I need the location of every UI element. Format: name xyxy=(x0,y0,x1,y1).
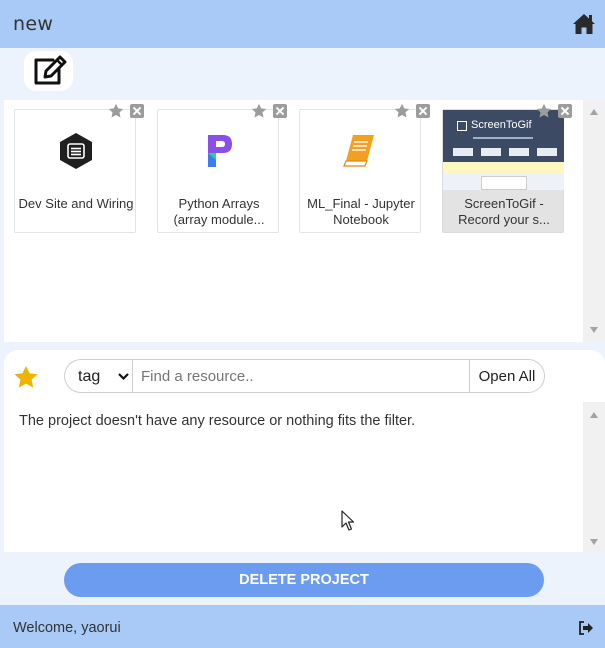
remove-icon[interactable] xyxy=(273,104,287,118)
project-title: new xyxy=(13,13,54,35)
resources-scrollbar[interactable] xyxy=(583,100,605,342)
empty-state-message: The project doesn't have any resource or… xyxy=(19,413,416,429)
welcome-text: Welcome, yaorui xyxy=(13,620,121,636)
star-icon[interactable] xyxy=(108,103,124,119)
edit-project-button[interactable] xyxy=(24,51,73,91)
results-scrollbar[interactable] xyxy=(583,402,605,552)
star-icon[interactable] xyxy=(251,103,267,119)
scroll-up-arrow[interactable] xyxy=(590,109,598,115)
app-header: new xyxy=(0,0,605,48)
screentogif-thumbnail: ScreenToGif xyxy=(443,110,564,190)
scroll-up-arrow[interactable] xyxy=(590,412,598,418)
resource-label: ML_Final - Jupyter Notebook xyxy=(307,196,415,227)
logout-icon[interactable] xyxy=(578,621,594,635)
favorite-star-icon[interactable] xyxy=(13,365,39,389)
pycharm-logo-icon xyxy=(208,135,232,167)
delete-project-button[interactable]: DELETE PROJECT xyxy=(64,563,544,597)
home-icon[interactable] xyxy=(572,13,596,35)
scroll-down-arrow[interactable] xyxy=(590,327,598,333)
remove-icon[interactable] xyxy=(558,104,572,118)
remove-icon[interactable] xyxy=(416,104,430,118)
resource-label: ScreenToGif - Record your s... xyxy=(458,196,550,227)
app-hexagon-icon xyxy=(60,133,92,169)
resource-label: Dev Site and Wiring xyxy=(18,196,134,211)
resource-card[interactable]: ScreenToGif ScreenToGif - Record your s.… xyxy=(442,109,564,233)
filter-bar: tag Open All xyxy=(4,350,605,402)
resource-card[interactable]: Dev Site and Wiring xyxy=(14,109,136,233)
resources-panel: Dev Site and Wiring Python Arrays (array… xyxy=(4,100,583,342)
edit-icon xyxy=(34,55,67,85)
chevron-down-icon xyxy=(118,373,129,381)
search-input[interactable] xyxy=(132,359,470,393)
star-icon[interactable] xyxy=(536,103,552,119)
notebook-icon xyxy=(343,135,374,167)
scroll-down-arrow[interactable] xyxy=(590,539,598,545)
thumbnail-title: ScreenToGif xyxy=(471,119,532,131)
tag-select-value: tag xyxy=(78,368,101,385)
results-panel: The project doesn't have any resource or… xyxy=(4,402,583,552)
remove-icon[interactable] xyxy=(130,104,144,118)
resource-card[interactable]: ML_Final - Jupyter Notebook xyxy=(299,109,421,233)
app-footer: Welcome, yaorui xyxy=(0,605,605,648)
open-all-button[interactable]: Open All xyxy=(469,359,545,393)
tag-filter-select[interactable]: tag xyxy=(64,359,133,393)
resource-label: Python Arrays (array module... xyxy=(173,196,265,227)
star-icon[interactable] xyxy=(394,103,410,119)
resource-card[interactable]: Python Arrays (array module... xyxy=(157,109,279,233)
